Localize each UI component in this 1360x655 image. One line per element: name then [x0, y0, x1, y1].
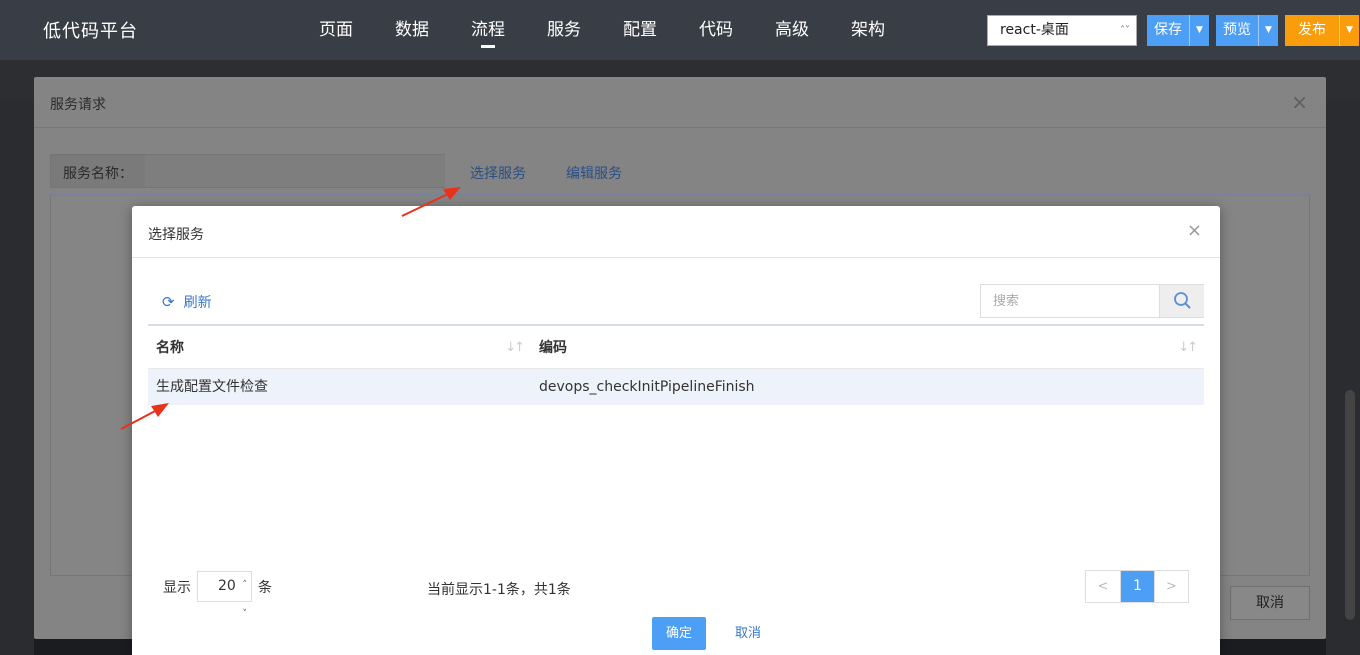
cell-code: devops_checkInitPipelineFinish — [539, 379, 755, 395]
outer-cancel-button[interactable]: 取消 — [1230, 586, 1310, 620]
next-page-button[interactable]: > — [1154, 571, 1188, 602]
caret-down-icon: ▼ — [1265, 25, 1272, 35]
refresh-icon: ⟳ — [162, 293, 175, 311]
nav-item-config[interactable]: 配置 — [602, 0, 678, 60]
refresh-button[interactable]: ⟳ 刷新 — [162, 292, 212, 312]
pagination-info: 当前显示1-1条，共1条 — [427, 582, 571, 598]
close-icon[interactable]: × — [1291, 90, 1308, 114]
preview-split-button: 预览 ▼ — [1216, 15, 1278, 46]
table-row[interactable]: 生成配置文件检查 devops_checkInitPipelineFinish — [148, 369, 1204, 405]
nav-item-data[interactable]: 数据 — [374, 0, 450, 60]
save-dropdown-toggle[interactable]: ▼ — [1189, 15, 1209, 46]
save-split-button: 保存 ▼ — [1147, 15, 1209, 46]
column-header-code-label: 编码 — [539, 340, 567, 356]
sort-icon[interactable]: ↓↑ — [1178, 326, 1198, 370]
prev-page-button[interactable]: < — [1086, 571, 1120, 602]
search-box — [980, 284, 1204, 318]
page-size-prefix: 显示 — [163, 579, 191, 596]
caret-down-icon: ▼ — [1196, 25, 1203, 35]
table-header: 名称 ↓↑ 编码 ↓↑ — [148, 324, 1204, 369]
search-icon — [1174, 292, 1191, 309]
chevron-down-icon: ˄˅ — [1120, 25, 1130, 36]
pagination: < 1 > — [1085, 570, 1189, 603]
column-header-name[interactable]: 名称 ↓↑ — [148, 326, 531, 368]
confirm-button[interactable]: 确定 — [652, 617, 706, 650]
environment-select[interactable]: react-桌面 ˄˅ — [987, 15, 1137, 46]
main-nav: 页面 数据 流程 服务 配置 代码 高级 架构 — [298, 0, 906, 60]
cell-name: 生成配置文件检查 — [156, 379, 268, 395]
search-input[interactable] — [981, 285, 1159, 317]
column-header-code[interactable]: 编码 ↓↑ — [531, 326, 1204, 368]
select-service-dialog-title: 选择服务 — [148, 227, 204, 243]
preview-button[interactable]: 预览 — [1216, 15, 1258, 46]
publish-split-button: 发布 ▼ — [1285, 15, 1359, 46]
edit-service-link[interactable]: 编辑服务 — [566, 163, 622, 183]
app-title: 低代码平台 — [43, 21, 138, 42]
preview-dropdown-toggle[interactable]: ▼ — [1258, 15, 1278, 46]
page-button-1[interactable]: 1 — [1120, 571, 1154, 602]
sort-icon[interactable]: ↓↑ — [505, 326, 525, 370]
nav-item-code[interactable]: 代码 — [678, 0, 754, 60]
nav-item-page[interactable]: 页面 — [298, 0, 374, 60]
select-service-dialog-header: 选择服务 × — [132, 206, 1220, 258]
nav-item-service[interactable]: 服务 — [526, 0, 602, 60]
top-bar: 低代码平台 页面 数据 流程 服务 配置 代码 高级 架构 react-桌面 ˄… — [0, 0, 1360, 60]
column-header-name-label: 名称 — [156, 340, 184, 356]
select-service-link[interactable]: 选择服务 — [470, 163, 526, 183]
background-scrollbar[interactable] — [1345, 390, 1355, 620]
publish-dropdown-toggle[interactable]: ▼ — [1339, 15, 1359, 46]
caret-down-icon: ▼ — [1346, 25, 1353, 35]
service-request-dialog-title: 服务请求 — [50, 97, 106, 113]
nav-item-advanced[interactable]: 高级 — [754, 0, 830, 60]
service-request-dialog-header: 服务请求 × — [34, 77, 1326, 128]
page-size-value: 20 — [218, 578, 236, 594]
service-name-label: 服务名称： — [63, 166, 133, 182]
cancel-button[interactable]: 取消 — [735, 617, 761, 650]
nav-item-flow[interactable]: 流程 — [450, 0, 526, 60]
save-button[interactable]: 保存 — [1147, 15, 1189, 46]
background-panel-left — [0, 100, 34, 655]
publish-button[interactable]: 发布 — [1285, 15, 1339, 46]
page-size-control: 显示 20 ˄ ˅ 条 — [163, 571, 272, 619]
page-size-suffix: 条 — [258, 579, 272, 596]
search-button[interactable] — [1159, 285, 1204, 317]
select-service-dialog: 选择服务 × ⟳ 刷新 名称 ↓↑ 编码 ↓↑ 生成配置文件检查 — [132, 206, 1220, 655]
refresh-label: 刷新 — [183, 295, 212, 311]
environment-select-value: react-桌面 — [1000, 22, 1069, 38]
service-name-field: 服务名称： — [50, 154, 445, 188]
service-name-input[interactable] — [145, 155, 445, 187]
page-size-select[interactable]: 20 ˄ ˅ — [197, 571, 252, 619]
chevron-down-icon: ˄˅ — [242, 580, 248, 619]
close-icon[interactable]: × — [1187, 220, 1202, 241]
nav-item-architecture[interactable]: 架构 — [830, 0, 906, 60]
service-table: 名称 ↓↑ 编码 ↓↑ 生成配置文件检查 devops_checkInitPip… — [148, 324, 1204, 405]
